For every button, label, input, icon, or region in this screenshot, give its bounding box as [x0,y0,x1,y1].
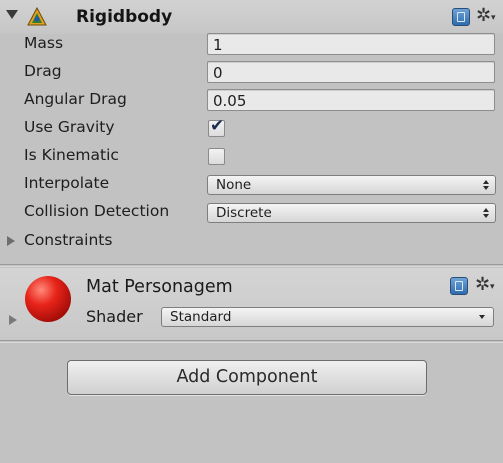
add-component-button[interactable]: Add Component [67,360,427,395]
material-gear-caret-icon[interactable]: ▾ [490,282,495,292]
rigidbody-gear-caret-icon[interactable]: ▾ [491,13,496,23]
section-divider [0,264,503,265]
shader-label: Shader [86,307,143,326]
checkmark-icon: ✔ [210,116,225,136]
rigidbody-foldout-arrow-icon[interactable] [6,10,18,19]
drag-label: Drag [24,62,62,80]
rigidbody-component-icon [27,6,47,26]
material-section [0,268,503,340]
constraints-label[interactable]: Constraints [24,231,112,249]
dropdown-arrows-icon [483,208,489,218]
rigidbody-title: Rigidbody [76,7,173,27]
shader-dropdown[interactable]: Standard [161,307,494,327]
rigidbody-gear-icon[interactable]: ✲ [476,7,491,25]
interpolate-label: Interpolate [24,174,110,192]
shader-value: Standard [170,309,232,325]
drag-field[interactable]: 0 [207,61,495,83]
interpolate-dropdown[interactable]: None [207,175,496,195]
material-name: Mat Personagem [86,277,233,297]
angular-drag-field[interactable]: 0.05 [207,89,495,111]
section-divider-highlight [0,342,503,343]
constraints-foldout-arrow-icon[interactable] [7,236,15,246]
material-gear-icon[interactable]: ✲ [475,276,490,294]
is-kinematic-checkbox[interactable] [208,148,225,165]
chevron-down-icon [479,315,485,319]
collision-detection-dropdown[interactable]: Discrete [207,203,496,223]
rigidbody-help-book-icon[interactable] [452,8,470,26]
collision-detection-label: Collision Detection [24,202,170,220]
section-divider [0,340,503,341]
use-gravity-checkbox[interactable]: ✔ [208,116,225,137]
material-help-book-icon[interactable] [450,277,468,295]
material-foldout-arrow-icon[interactable] [9,315,17,325]
use-gravity-label: Use Gravity [24,118,115,136]
material-sphere-preview [25,276,71,322]
mass-field[interactable]: 1 [207,33,495,55]
mass-label: Mass [24,34,64,52]
is-kinematic-label: Is Kinematic [24,146,119,164]
interpolate-value: None [216,177,252,193]
dropdown-arrows-icon [483,180,489,190]
inspector-panel: Rigidbody ✲ ▾ Mass 1 Drag 0 Angular Drag… [0,0,503,463]
collision-detection-value: Discrete [216,205,272,221]
section-divider-highlight [0,266,503,267]
angular-drag-label: Angular Drag [24,90,127,108]
